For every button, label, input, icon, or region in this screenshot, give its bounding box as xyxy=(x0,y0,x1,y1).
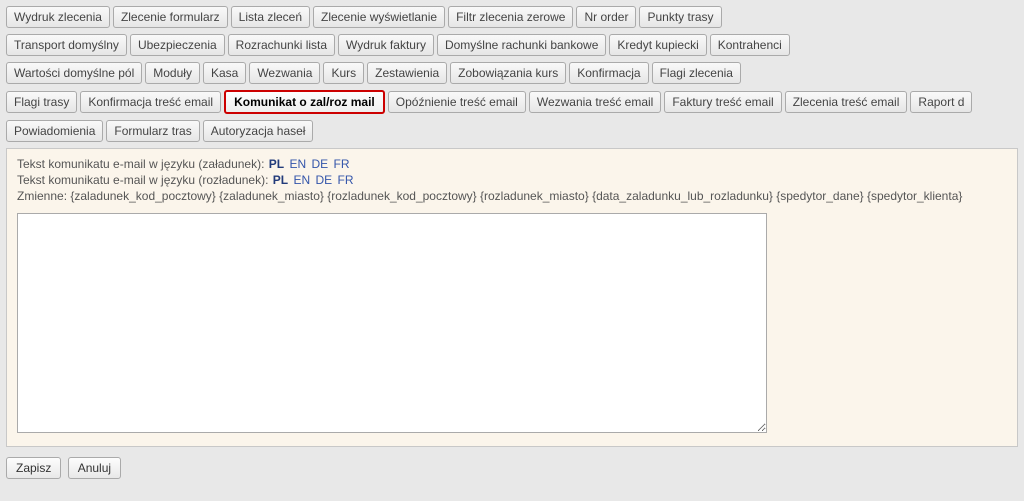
tab-item[interactable]: Opóźnienie treść email xyxy=(388,91,526,113)
tab-item[interactable]: Kurs xyxy=(323,62,364,84)
tab-item[interactable]: Kasa xyxy=(203,62,246,84)
action-row: Zapisz Anuluj xyxy=(6,457,1018,479)
tab-item[interactable]: Filtr zlecenia zerowe xyxy=(448,6,573,28)
loading-lang-de[interactable]: DE xyxy=(311,157,328,171)
loading-lang-en[interactable]: EN xyxy=(289,157,306,171)
unloading-lang-line: Tekst komunikatu e-mail w języku (rozład… xyxy=(17,173,1007,187)
settings-tab-strip: Wydruk zleceniaZlecenie formularzLista z… xyxy=(6,6,1018,142)
tab-item[interactable]: Kontrahenci xyxy=(710,34,790,56)
tab-item[interactable]: Zlecenie wyświetlanie xyxy=(313,6,445,28)
tab-row: Wydruk zleceniaZlecenie formularzLista z… xyxy=(6,6,1018,28)
unloading-lang-en[interactable]: EN xyxy=(293,173,310,187)
unloading-lang-de[interactable]: DE xyxy=(315,173,332,187)
loading-lang-pl[interactable]: PL xyxy=(269,157,284,171)
tab-item[interactable]: Ubezpieczenia xyxy=(130,34,225,56)
tab-item[interactable]: Punkty trasy xyxy=(639,6,721,28)
loading-lang-line: Tekst komunikatu e-mail w języku (załadu… xyxy=(17,157,1007,171)
tab-row: Wartości domyślne pólModułyKasaWezwaniaK… xyxy=(6,62,1018,84)
tab-item[interactable]: Wydruk zlecenia xyxy=(6,6,110,28)
unloading-lang-pl[interactable]: PL xyxy=(273,173,288,187)
tab-content-panel: Tekst komunikatu e-mail w języku (załadu… xyxy=(6,148,1018,447)
tab-item[interactable]: Flagi zlecenia xyxy=(652,62,741,84)
tab-item[interactable]: Zlecenie formularz xyxy=(113,6,228,28)
loading-lang-fr[interactable]: FR xyxy=(334,157,350,171)
tab-item[interactable]: Moduły xyxy=(145,62,200,84)
tab-item[interactable]: Flagi trasy xyxy=(6,91,77,113)
unloading-lang-label: Tekst komunikatu e-mail w języku (rozład… xyxy=(17,173,268,187)
email-body-textarea[interactable] xyxy=(17,213,767,433)
tab-item[interactable]: Kredyt kupiecki xyxy=(609,34,706,56)
tab-item[interactable]: Wartości domyślne pól xyxy=(6,62,142,84)
tab-item[interactable]: Formularz tras xyxy=(106,120,199,142)
tab-item[interactable]: Wydruk faktury xyxy=(338,34,434,56)
tab-item[interactable]: Wezwania xyxy=(249,62,320,84)
tab-item[interactable]: Powiadomienia xyxy=(6,120,103,142)
tab-item[interactable]: Autoryzacja haseł xyxy=(203,120,314,142)
tab-item[interactable]: Domyślne rachunki bankowe xyxy=(437,34,606,56)
tab-row: Flagi trasyKonfirmacja treść emailKomuni… xyxy=(6,90,1018,114)
variables-label: Zmienne: xyxy=(17,189,67,203)
tab-item[interactable]: Rozrachunki lista xyxy=(228,34,335,56)
tab-item[interactable]: Konfirmacja xyxy=(569,62,648,84)
tab-row: PowiadomieniaFormularz trasAutoryzacja h… xyxy=(6,120,1018,142)
tab-item[interactable]: Zlecenia treść email xyxy=(785,91,908,113)
cancel-button[interactable]: Anuluj xyxy=(68,457,121,479)
tab-item[interactable]: Zobowiązania kurs xyxy=(450,62,566,84)
tab-item[interactable]: Komunikat o zal/roz mail xyxy=(224,90,385,114)
tab-row: Transport domyślnyUbezpieczeniaRozrachun… xyxy=(6,34,1018,56)
tab-item[interactable]: Raport d xyxy=(910,91,972,113)
loading-lang-label: Tekst komunikatu e-mail w języku (załadu… xyxy=(17,157,264,171)
variables-line: Zmienne: {zaladunek_kod_pocztowy} {zalad… xyxy=(17,189,1007,203)
tab-item[interactable]: Zestawienia xyxy=(367,62,447,84)
tab-item[interactable]: Nr order xyxy=(576,6,636,28)
unloading-lang-fr[interactable]: FR xyxy=(338,173,354,187)
variables-text: {zaladunek_kod_pocztowy} {zaladunek_mias… xyxy=(70,189,962,203)
tab-item[interactable]: Faktury treść email xyxy=(664,91,781,113)
save-button[interactable]: Zapisz xyxy=(6,457,61,479)
tab-item[interactable]: Wezwania treść email xyxy=(529,91,661,113)
tab-item[interactable]: Konfirmacja treść email xyxy=(80,91,221,113)
tab-item[interactable]: Lista zleceń xyxy=(231,6,310,28)
tab-item[interactable]: Transport domyślny xyxy=(6,34,127,56)
